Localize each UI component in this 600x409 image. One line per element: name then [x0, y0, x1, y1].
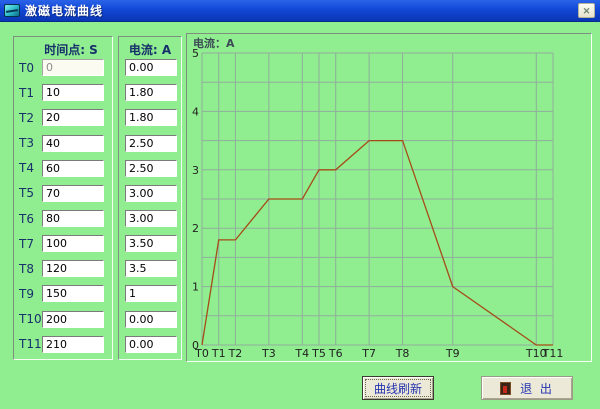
current-input-t6[interactable] [125, 210, 177, 227]
svg-text:电流：A: 电流：A [193, 36, 235, 50]
current-row [119, 311, 181, 328]
current-row [119, 235, 181, 252]
svg-text:2: 2 [192, 222, 199, 235]
svg-text:T0: T0 [194, 347, 209, 360]
svg-text:3: 3 [192, 164, 199, 177]
time-row: T4 [14, 160, 112, 177]
current-row [119, 210, 181, 227]
time-row: T1 [14, 84, 112, 101]
curve-refresh-label: 曲线刷新 [374, 380, 422, 397]
time-row: T9 [14, 285, 112, 302]
time-input-t10[interactable] [42, 311, 104, 328]
current-input-t10[interactable] [125, 311, 177, 328]
svg-text:T2: T2 [228, 347, 243, 360]
app-waveform-icon [4, 4, 20, 17]
row-label-t3: T3 [14, 136, 42, 150]
time-input-t7[interactable] [42, 235, 104, 252]
current-row [119, 160, 181, 177]
exit-button[interactable]: 退 出 [481, 376, 573, 400]
time-input-t4[interactable] [42, 160, 104, 177]
current-row [119, 84, 181, 101]
time-row: T7 [14, 235, 112, 252]
svg-text:T7: T7 [361, 347, 376, 360]
row-label-t9: T9 [14, 287, 42, 301]
current-curve-chart-panel: 012345T0T1T2T3T4T5T6T7T8T9T10T11电流：A [186, 33, 592, 362]
current-values-panel: 电流: A [118, 36, 182, 360]
current-input-t8[interactable] [125, 260, 177, 277]
current-input-t1[interactable] [125, 84, 177, 101]
current-input-t5[interactable] [125, 185, 177, 202]
time-input-t9[interactable] [42, 285, 104, 302]
time-input-t2[interactable] [42, 109, 104, 126]
time-input-t8[interactable] [42, 260, 104, 277]
close-icon: ✕ [583, 6, 591, 16]
time-row: T8 [14, 260, 112, 277]
svg-text:T5: T5 [311, 347, 326, 360]
current-input-t9[interactable] [125, 285, 177, 302]
curve-refresh-button[interactable]: 曲线刷新 [362, 376, 434, 400]
current-row [119, 185, 181, 202]
time-row: T0 [14, 59, 112, 76]
current-input-t2[interactable] [125, 109, 177, 126]
time-row: T5 [14, 185, 112, 202]
row-label-t10: T10 [14, 312, 42, 326]
svg-text:T6: T6 [328, 347, 343, 360]
close-button[interactable]: ✕ [578, 3, 595, 18]
svg-text:T3: T3 [261, 347, 276, 360]
time-input-t1[interactable] [42, 84, 104, 101]
current-row [119, 336, 181, 353]
current-input-t3[interactable] [125, 135, 177, 152]
svg-text:T1: T1 [211, 347, 226, 360]
row-label-t7: T7 [14, 237, 42, 251]
time-row: T2 [14, 109, 112, 126]
time-row: T10 [14, 311, 112, 328]
exit-door-icon [500, 382, 511, 395]
row-label-t8: T8 [14, 262, 42, 276]
row-label-t0: T0 [14, 61, 42, 75]
row-label-t6: T6 [14, 212, 42, 226]
current-input-t7[interactable] [125, 235, 177, 252]
svg-text:T9: T9 [445, 347, 460, 360]
time-input-t3[interactable] [42, 135, 104, 152]
row-label-t2: T2 [14, 111, 42, 125]
current-row [119, 59, 181, 76]
current-input-t11[interactable] [125, 336, 177, 353]
time-input-t0[interactable] [42, 59, 104, 76]
svg-text:T8: T8 [395, 347, 410, 360]
time-input-t6[interactable] [42, 210, 104, 227]
current-row [119, 260, 181, 277]
time-row: T3 [14, 135, 112, 152]
current-row [119, 285, 181, 302]
svg-text:4: 4 [192, 105, 199, 118]
titlebar: 激磁电流曲线 ✕ [0, 0, 600, 22]
row-label-t4: T4 [14, 161, 42, 175]
time-input-t5[interactable] [42, 185, 104, 202]
time-points-panel: 时间点: S T0T1T2T3T4T5T6T7T8T9T10T11 [13, 36, 113, 360]
row-label-t5: T5 [14, 186, 42, 200]
time-input-t11[interactable] [42, 336, 104, 353]
row-label-t11: T11 [14, 337, 42, 351]
time-row: T11 [14, 336, 112, 353]
exit-label: 退 出 [520, 380, 554, 397]
current-curve-chart: 012345T0T1T2T3T4T5T6T7T8T9T10T11电流：A [187, 34, 591, 361]
time-rows: T0 T1 T2 T3 T4 T5 T6 T7 T8 T9 T10 T11 [14, 55, 112, 357]
svg-text:T4: T4 [294, 347, 309, 360]
svg-text:T11: T11 [542, 347, 564, 360]
time-row: T6 [14, 210, 112, 227]
current-input-t4[interactable] [125, 160, 177, 177]
current-rows [119, 55, 181, 357]
svg-text:1: 1 [192, 281, 199, 294]
current-input-t0[interactable] [125, 59, 177, 76]
row-label-t1: T1 [14, 86, 42, 100]
current-row [119, 135, 181, 152]
current-row [119, 109, 181, 126]
window-title: 激磁电流曲线 [25, 2, 103, 19]
